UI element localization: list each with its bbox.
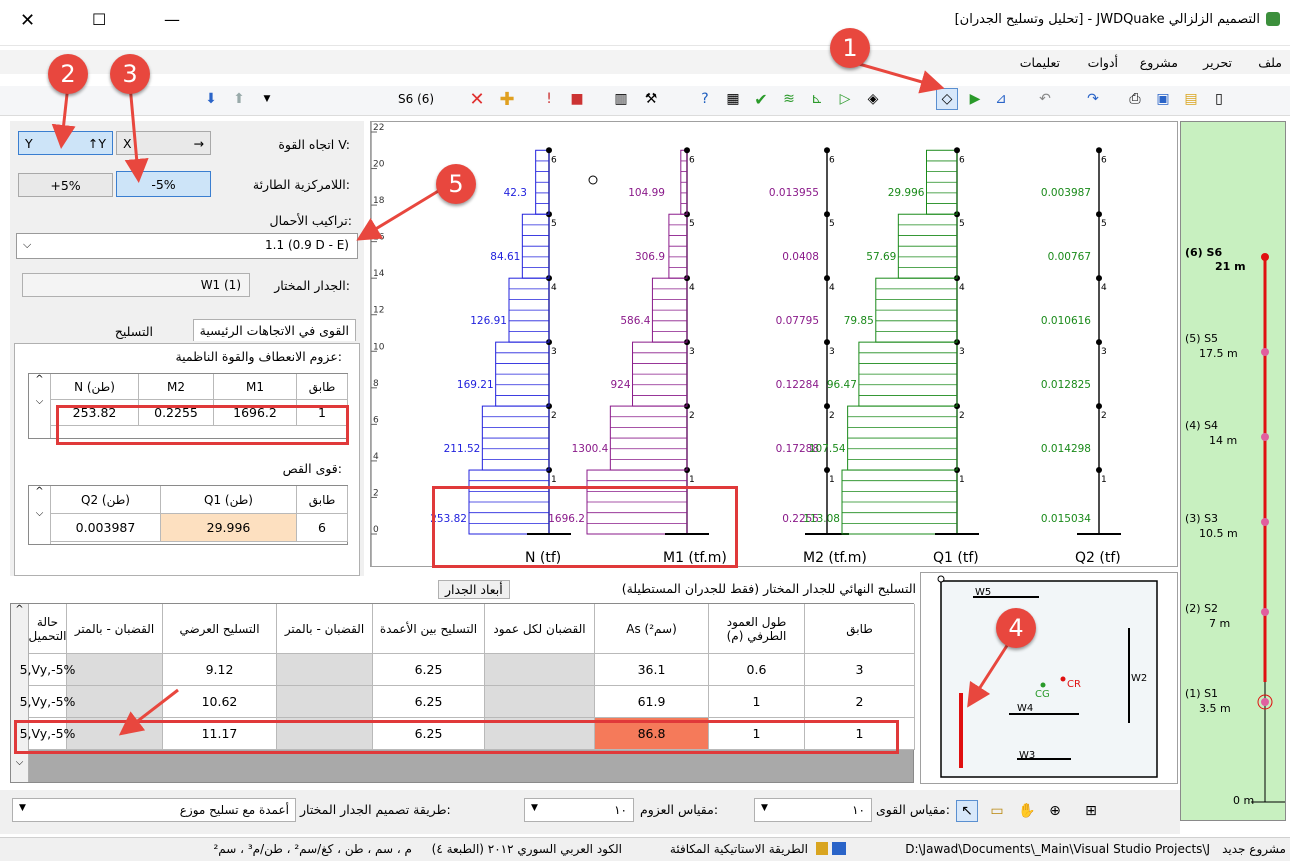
callout-badge-5: 5 — [436, 164, 476, 204]
callout-arrows — [51, 58, 1010, 736]
callout-badge-2: 2 — [48, 54, 88, 94]
callout-badge-3: 3 — [110, 54, 150, 94]
callout-badge-4: 4 — [996, 608, 1036, 648]
callout-badge-1: 1 — [830, 28, 870, 68]
